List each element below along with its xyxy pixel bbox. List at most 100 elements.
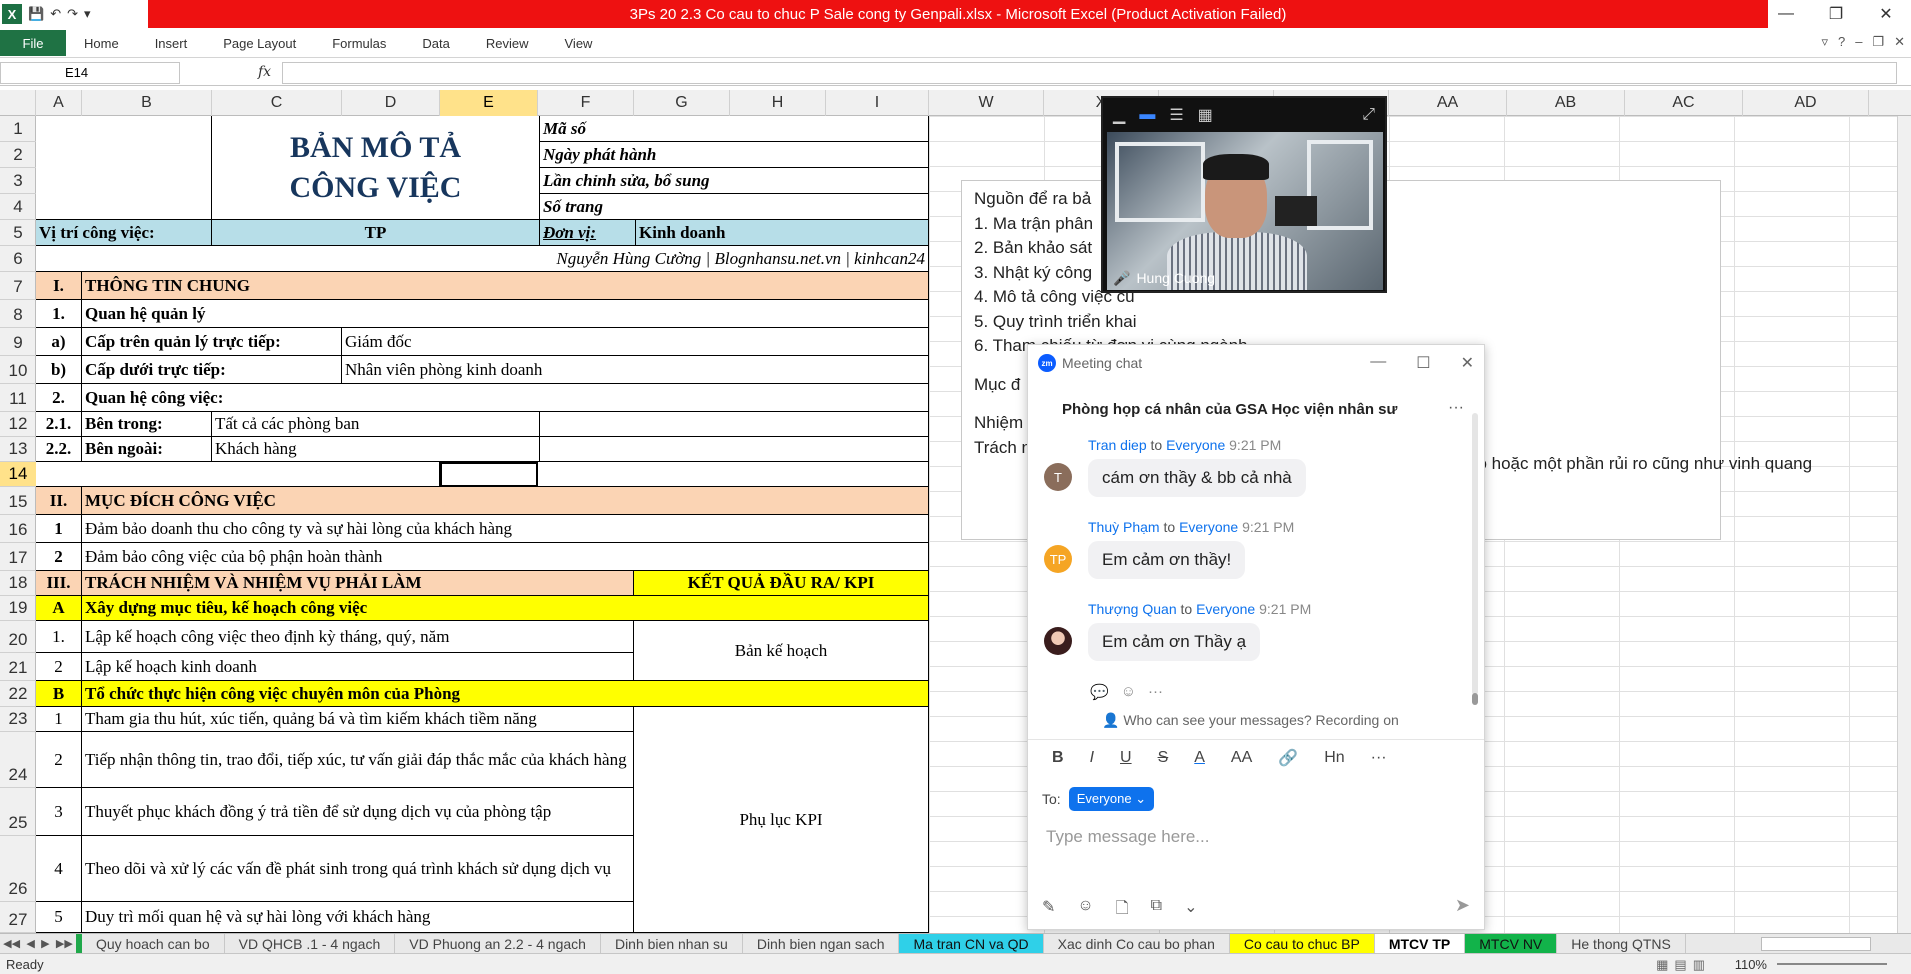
tab-formulas[interactable]: Formulas <box>314 36 404 51</box>
sheet-tab-active[interactable]: MTCV TP <box>1374 933 1466 954</box>
first-sheet-icon[interactable]: ◀◀ <box>3 937 20 950</box>
tab-home[interactable]: Home <box>66 36 137 51</box>
task-number[interactable]: 3 <box>36 788 82 836</box>
row-header[interactable]: 9 <box>0 328 36 356</box>
ribbon-collapse-icon[interactable]: ▿ <box>1821 34 1828 50</box>
screenshot-icon[interactable]: ⧉ <box>1151 897 1162 924</box>
sheet-tab[interactable]: VD QHCB .1 - 4 ngach <box>225 933 396 954</box>
row-header[interactable]: 7 <box>0 272 36 300</box>
more-format-icon[interactable]: ··· <box>1371 749 1387 767</box>
item-label[interactable]: Cấp dưới trực tiếp: <box>82 356 342 384</box>
gallery-view-icon[interactable]: ▦ <box>1198 105 1213 125</box>
tab-insert[interactable]: Insert <box>137 36 206 51</box>
row-header[interactable]: 26 <box>0 836 36 902</box>
row-header[interactable]: 16 <box>0 515 36 543</box>
column-header[interactable]: D <box>342 90 440 116</box>
item-text[interactable]: Quan hệ công việc: <box>82 384 929 412</box>
selected-cell-e14[interactable] <box>440 462 538 487</box>
sheet-tab[interactable]: He thong QTNS <box>1557 933 1686 954</box>
task-text[interactable]: Lập kế hoạch công việc theo định kỳ thán… <box>82 621 634 653</box>
item-label[interactable]: Bên ngoài: <box>82 437 212 462</box>
doc-close-icon[interactable]: ✕ <box>1894 34 1905 50</box>
undo-icon[interactable]: ↶ <box>50 6 61 22</box>
sheet-tab[interactable]: Quy hoach can bo <box>76 933 225 954</box>
column-header[interactable]: G <box>634 90 730 116</box>
item-number[interactable]: 2.1. <box>36 412 82 437</box>
row-header[interactable]: 6 <box>0 246 36 272</box>
sheet-tab[interactable]: Ma tran CN va QD <box>899 933 1044 954</box>
row-header[interactable]: 4 <box>0 194 36 220</box>
customize-qat-icon[interactable]: ▾ <box>84 6 91 22</box>
row-header[interactable]: 13 <box>0 437 36 462</box>
sender-name[interactable]: Tran diep <box>1088 437 1147 453</box>
maximize-icon[interactable]: ☐ <box>1416 353 1430 373</box>
file-tab[interactable]: File <box>0 30 66 56</box>
emoji-icon[interactable]: ☺ <box>1077 897 1093 924</box>
empty-cell[interactable] <box>538 462 929 487</box>
stacked-view-icon[interactable]: ☰ <box>1169 105 1183 125</box>
group-letter[interactable]: B <box>36 681 82 707</box>
expand-icon[interactable]: ⤢ <box>1362 106 1375 124</box>
section-title[interactable]: TRÁCH NHIỆM VÀ NHIỆM VỤ PHẢI LÀM <box>82 571 634 596</box>
empty-cell[interactable] <box>540 437 929 462</box>
heading-icon[interactable]: Hn <box>1324 749 1344 767</box>
item-label[interactable]: Cấp trên quản lý trực tiếp: <box>82 328 342 356</box>
group-title[interactable]: Xây dựng mục tiêu, kế hoạch công việc <box>82 596 929 621</box>
send-icon[interactable]: ➤ <box>1455 895 1470 916</box>
sheet-tab[interactable]: Dinh bien nhan su <box>601 933 743 954</box>
tab-data[interactable]: Data <box>404 36 467 51</box>
row-header[interactable]: 3 <box>0 168 36 194</box>
task-number[interactable]: 2 <box>36 653 82 681</box>
column-header[interactable]: B <box>82 90 212 116</box>
chevron-down-icon[interactable]: ⌄ <box>1184 897 1197 924</box>
emoji-react-icon[interactable]: ☺ <box>1121 683 1136 701</box>
section-title[interactable]: THÔNG TIN CHUNG <box>82 272 929 300</box>
column-header[interactable]: A <box>36 90 82 116</box>
more-actions-icon[interactable]: ··· <box>1148 683 1163 701</box>
more-options-icon[interactable]: ··· <box>1448 399 1464 417</box>
column-header[interactable]: F <box>538 90 634 116</box>
kpi-header-cell[interactable]: KẾT QUẢ ĐẦU RA/ KPI <box>634 571 929 596</box>
minimize-video-icon[interactable]: ▁ <box>1113 105 1125 125</box>
close-icon[interactable]: ✕ <box>1461 353 1474 373</box>
restore-icon[interactable]: ❐ <box>1811 4 1861 24</box>
task-result-cell[interactable]: Phụ lục KPI <box>634 707 929 933</box>
speaker-view-icon[interactable]: ▬ <box>1139 106 1155 124</box>
row-header[interactable]: 24 <box>0 732 36 788</box>
format-toggle-icon[interactable]: ✎ <box>1042 897 1055 924</box>
zoom-level[interactable]: 110% <box>1735 957 1767 972</box>
column-header[interactable]: AC <box>1625 90 1743 116</box>
doc-minimize-icon[interactable]: – <box>1855 34 1862 50</box>
item-number[interactable]: 2.2. <box>36 437 82 462</box>
task-text[interactable]: Duy trì mối quan hệ và sự hài lòng với k… <box>82 902 634 933</box>
minimize-icon[interactable]: — <box>1761 5 1811 23</box>
task-text[interactable]: Theo dõi và xử lý các vấn đề phát sinh t… <box>82 836 634 902</box>
task-number[interactable]: 1. <box>36 621 82 653</box>
row-header[interactable]: 23 <box>0 707 36 732</box>
save-icon[interactable]: 💾 <box>28 6 44 22</box>
sheet-tab[interactable]: Dinh bien ngan sach <box>743 933 900 954</box>
author-cell[interactable]: Nguyễn Hùng Cường | Blognhansu.net.vn | … <box>36 246 929 272</box>
row-header[interactable]: 15 <box>0 487 36 515</box>
font-size-icon[interactable]: AA <box>1231 749 1252 767</box>
task-number[interactable]: 4 <box>36 836 82 902</box>
task-text[interactable]: Tham gia thu hút, xúc tiến, quảng bá và … <box>82 707 634 732</box>
row-header[interactable]: 20 <box>0 621 36 653</box>
lan-chinh-sua-cell[interactable]: Lần chỉnh sửa, bổ sung <box>540 168 929 194</box>
tab-view[interactable]: View <box>547 36 611 51</box>
empty-cell[interactable] <box>540 412 929 437</box>
row-header[interactable]: 27 <box>0 902 36 933</box>
select-all-corner[interactable] <box>0 90 36 116</box>
link-icon[interactable]: 🔗 <box>1278 748 1298 768</box>
sheet-tab[interactable]: VD Phuong an 2.2 - 4 ngach <box>395 933 601 954</box>
recipient-dropdown[interactable]: Everyone ⌄ <box>1068 787 1155 811</box>
task-text[interactable]: Tiếp nhận thông tin, trao đổi, tiếp xúc,… <box>82 732 634 788</box>
close-icon[interactable]: ✕ <box>1861 4 1911 24</box>
message-bubble[interactable]: cám ơn thầy & bb cả nhà <box>1088 459 1306 497</box>
row-header-selected[interactable]: 14 <box>0 462 36 487</box>
redo-icon[interactable]: ↷ <box>67 6 78 22</box>
task-text[interactable]: Lập kế hoạch kinh doanh <box>82 653 634 681</box>
vi-tri-value-cell[interactable]: TP <box>212 220 540 246</box>
column-header[interactable]: AD <box>1743 90 1869 116</box>
section-title[interactable]: MỤC ĐÍCH CÔNG VIỆC <box>82 487 929 515</box>
